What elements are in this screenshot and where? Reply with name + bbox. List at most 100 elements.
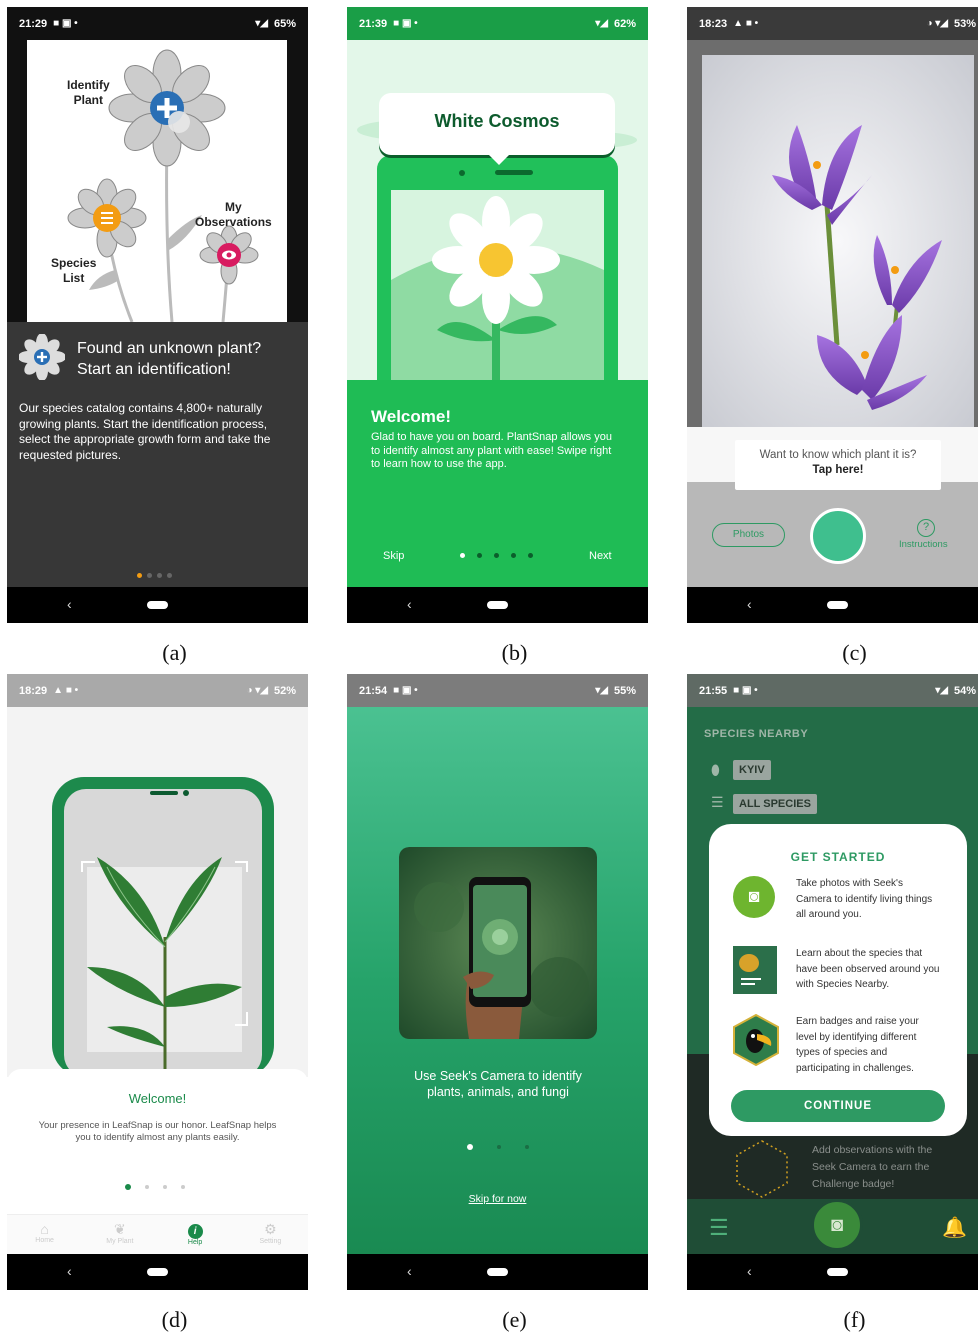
back-icon[interactable]: ‹ [747, 596, 752, 612]
instructions-icon[interactable]: ? [917, 519, 935, 537]
location-pin-icon: ⬮ [711, 762, 720, 778]
screen-e: 21:54 ■ ▣ • ▾◢ 55% Use Seek's Camera to id… [347, 674, 648, 1290]
observations-label[interactable]: My Observations [195, 200, 272, 230]
page-dot [477, 553, 482, 558]
status-bar: 21:29 ■ ▣ • ▾◢ 65% [7, 7, 308, 40]
battery-level: 53% [953, 17, 976, 30]
status-bar: 18:23 ▲ ■ • ◑ ▾◢ 53% [687, 7, 978, 40]
page-dot [525, 1145, 529, 1149]
next-button[interactable]: Next [589, 550, 612, 562]
instructions-label[interactable]: Instructions [899, 539, 948, 550]
badge-placeholder-icon [736, 1140, 788, 1198]
system-nav-bar: ‹ [347, 1254, 648, 1290]
screen-a: 21:29 ■ ▣ • ▾◢ 65% Identify Plant My Obs… [7, 7, 308, 623]
continue-button[interactable]: CONTINUE [731, 1090, 945, 1122]
photos-button[interactable]: Photos [712, 523, 785, 547]
get-started-modal: GET STARTED ◙ Take photos with Seek's Ca… [709, 824, 967, 1136]
tab-my-plant[interactable]: ❦ My Plant [82, 1215, 157, 1254]
welcome-card: Welcome! Your presence in LeafSnap is ou… [7, 1069, 308, 1214]
species-list-flower [67, 178, 147, 258]
signal-icon: ▾◢ [595, 18, 608, 29]
system-nav-bar: ‹ [687, 1254, 978, 1290]
list-item: Learn about the species that have been o… [733, 946, 943, 1001]
home-pill-icon[interactable] [147, 1268, 168, 1276]
screen-b: 21:39 ■ ▣ • ▾◢ 62% White Cosmos Welcome! G… [347, 7, 648, 623]
back-icon[interactable]: ‹ [407, 596, 412, 612]
clock: 21:54 [359, 684, 388, 697]
identify-plant-flower [108, 49, 226, 167]
tab-setting[interactable]: ⚙ Setting [233, 1215, 308, 1254]
tab-home[interactable]: ⌂ Home [7, 1215, 82, 1254]
system-nav-bar: ‹ [687, 587, 978, 623]
list-item: ◙ Take photos with Seek's Camera to iden… [733, 876, 943, 926]
notification-icon: ■ ▣ • [733, 685, 758, 696]
signal-icon: ▾◢ [935, 685, 948, 696]
list-item: Earn badges and raise your level by iden… [733, 1014, 943, 1079]
back-icon[interactable]: ‹ [747, 1263, 752, 1279]
leaf-icon: ❦ [114, 1221, 126, 1237]
shutter-button[interactable] [810, 508, 866, 564]
clock: 21:55 [699, 684, 728, 697]
observations-flower [199, 225, 259, 285]
home-pill-icon[interactable] [487, 1268, 508, 1276]
species-nearby-icon [733, 946, 777, 994]
back-icon[interactable]: ‹ [67, 596, 72, 612]
tooltip: Want to know which plant it is? Tap here… [735, 440, 941, 490]
signal-icon: ▾◢ [595, 685, 608, 696]
location-chip[interactable]: KYIV [733, 760, 771, 780]
crocus-photo [687, 55, 978, 427]
page-indicator [125, 1184, 185, 1190]
gear-icon: ⚙ [264, 1221, 277, 1237]
battery-level: 52% [273, 684, 296, 697]
caption-a: (a) [162, 640, 187, 665]
status-bar: 21:39 ■ ▣ • ▾◢ 62% [347, 7, 648, 40]
species-list-label[interactable]: Species List [51, 256, 96, 286]
signal-icon: ◑ ▾◢ [246, 685, 268, 696]
toucan-badge-icon [733, 1014, 779, 1066]
page-dot [181, 1185, 185, 1189]
species-nearby-heading: SPECIES NEARBY [704, 728, 809, 740]
battery-level: 54% [953, 684, 976, 697]
skip-for-now-link[interactable]: Skip for now [347, 1193, 648, 1205]
page-indicator [137, 573, 172, 578]
camera-top-bar [687, 40, 978, 55]
home-pill-icon[interactable] [487, 601, 508, 609]
system-nav-bar: ‹ [7, 1254, 308, 1290]
page-dot [528, 553, 533, 558]
home-pill-icon[interactable] [827, 1268, 848, 1276]
battery-level: 55% [613, 684, 636, 697]
notification-icon: ■ ▣ • [393, 18, 418, 29]
back-icon[interactable]: ‹ [407, 1263, 412, 1279]
caption-b: (b) [501, 640, 528, 665]
page-dot [145, 1185, 149, 1189]
signal-icon: ◑ ▾◢ [926, 18, 948, 29]
camera-button[interactable]: ◙ [811, 1199, 863, 1251]
home-pill-icon[interactable] [147, 601, 168, 609]
filter-icon: ☰ [711, 794, 724, 810]
skip-button[interactable]: Skip [383, 550, 404, 562]
status-bar: 21:54 ■ ▣ • ▾◢ 55% [347, 674, 648, 707]
welcome-title: Welcome! [371, 407, 451, 426]
notifications-bell-icon[interactable]: 🔔 [942, 1215, 967, 1240]
menu-icon[interactable]: ☰ [709, 1215, 729, 1241]
caption-f: (f) [843, 1307, 866, 1332]
phone-plant-illustration [7, 707, 308, 1077]
hand-holding-phone-photo [399, 847, 597, 1039]
filter-chip[interactable]: ALL SPECIES [733, 794, 817, 814]
page-dot [167, 573, 172, 578]
back-icon[interactable]: ‹ [67, 1263, 72, 1279]
home-pill-icon[interactable] [827, 601, 848, 609]
tab-help[interactable]: i Help [158, 1215, 233, 1254]
notification-icon: ■ ▣ • [53, 18, 78, 29]
plant-name-bubble: White Cosmos [379, 93, 615, 165]
notification-icon: ■ ▣ • [393, 685, 418, 696]
panel-body: Our species catalog contains 4,800+ natu… [19, 401, 271, 462]
battery-level: 62% [613, 17, 636, 30]
onboarding-panel: Found an unknown plant? Start an identif… [7, 322, 308, 587]
identify-flower-icon [19, 334, 65, 380]
identify-plant-label[interactable]: Identify Plant [67, 78, 110, 108]
page-indicator [460, 553, 533, 558]
clock: 21:29 [19, 17, 48, 30]
page-indicator [467, 1144, 529, 1150]
info-icon: i [187, 1224, 203, 1239]
